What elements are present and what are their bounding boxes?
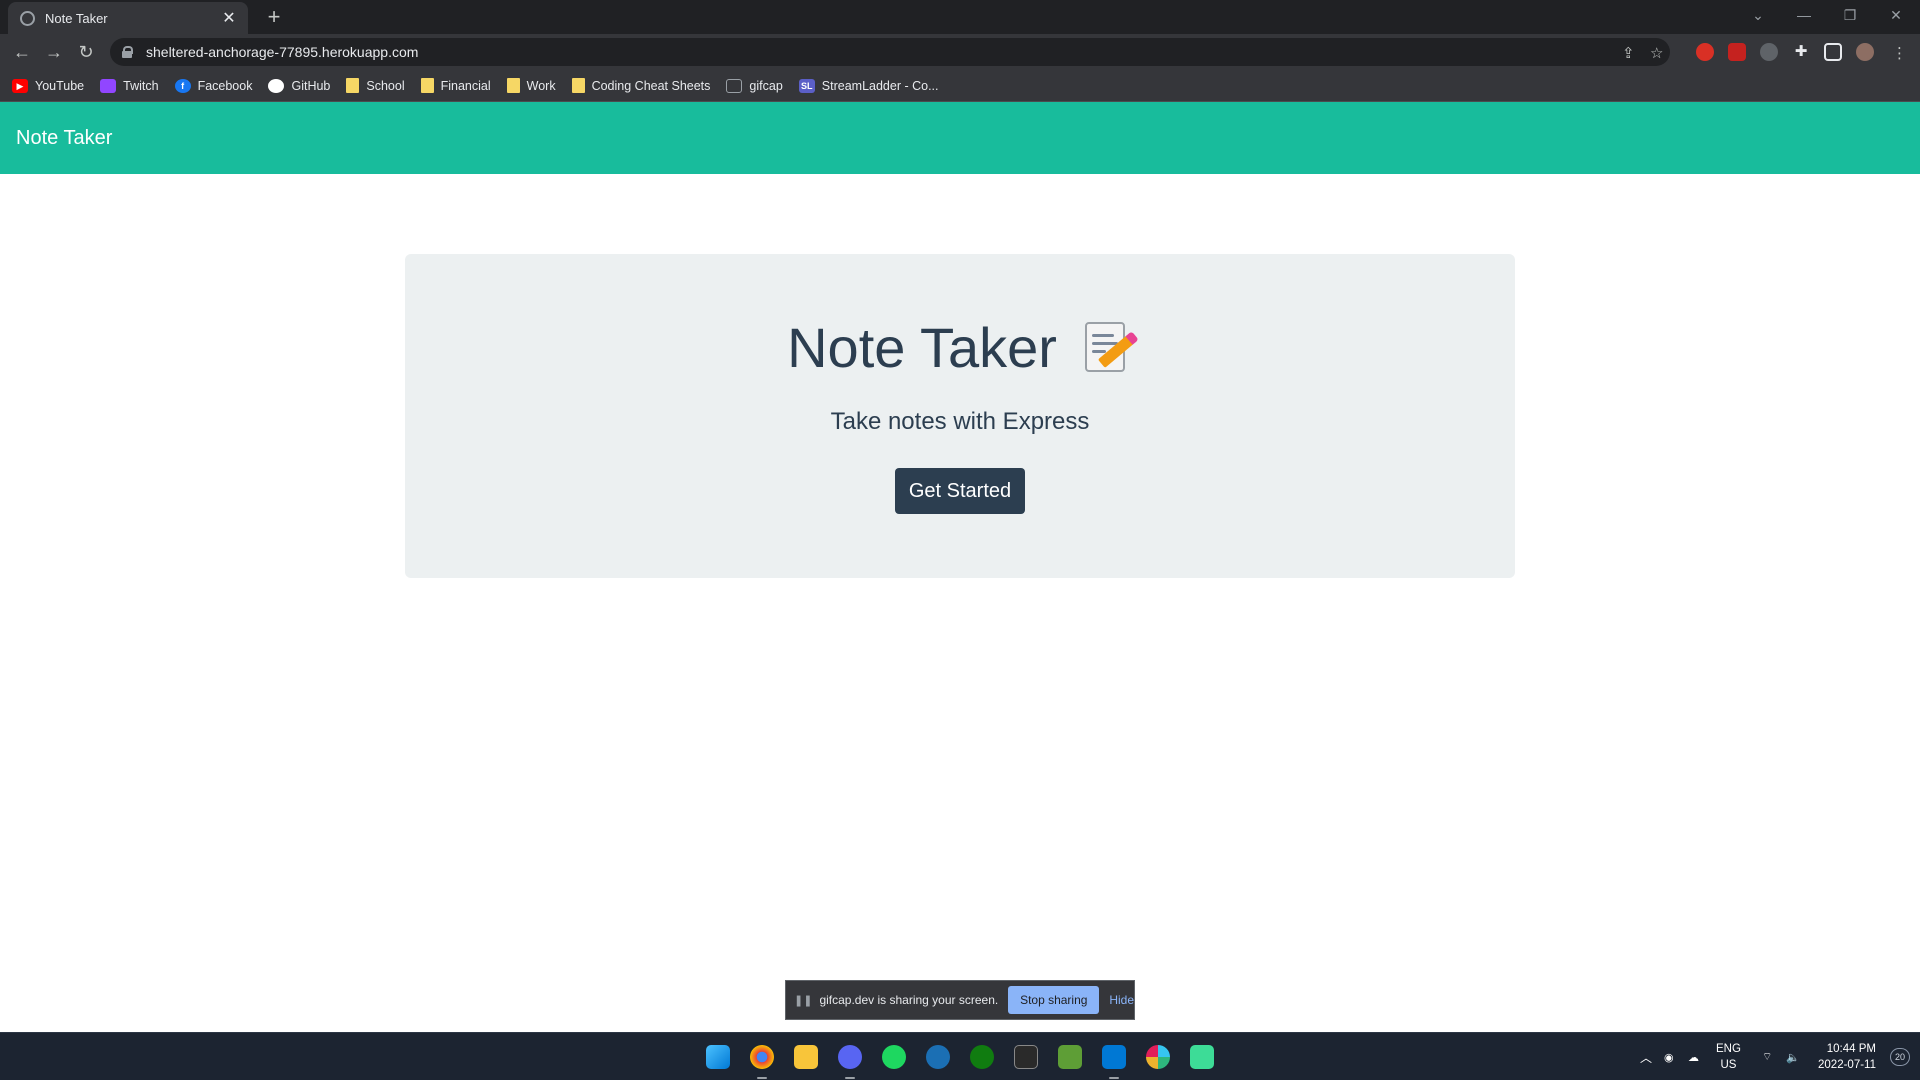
windows-start-icon[interactable] xyxy=(706,1045,730,1069)
folder-icon xyxy=(506,78,520,93)
bookmarks-bar: ▶ YouTube Twitch f Facebook GitHub School … xyxy=(0,70,1920,102)
hide-share-bar-button[interactable]: Hide xyxy=(1109,993,1134,1007)
get-started-button[interactable]: Get Started xyxy=(895,468,1025,514)
page-title: Note Taker xyxy=(787,316,1057,379)
windows-taskbar: ︿ ◉ ☁ ENG US ⌔ 🔈 10:44 PM 2022-07-11 20 xyxy=(0,1032,1920,1080)
bookmark-facebook[interactable]: f Facebook xyxy=(174,78,252,93)
file-explorer-icon[interactable] xyxy=(794,1045,818,1069)
onedrive-cloud-icon[interactable]: ☁ xyxy=(1688,1033,1699,1080)
browser-menu-icon[interactable]: ⋮ xyxy=(1892,44,1907,62)
extension-icon[interactable] xyxy=(1728,43,1746,61)
navbar-brand[interactable]: Note Taker xyxy=(16,127,112,150)
profile-avatar[interactable] xyxy=(1856,43,1874,61)
side-panel-icon[interactable] xyxy=(1824,43,1842,61)
steam-icon[interactable] xyxy=(926,1045,950,1069)
screen-share-bar: ❚❚ gifcap.dev is sharing your screen. St… xyxy=(785,980,1135,1020)
volume-icon[interactable]: 🔈 xyxy=(1786,1033,1800,1080)
bookmark-gifcap[interactable]: gifcap xyxy=(726,78,783,93)
running-indicator xyxy=(1109,1077,1119,1079)
show-hidden-icons-icon[interactable]: ︿ xyxy=(1640,1033,1652,1080)
drag-handle-icon[interactable]: ❚❚ xyxy=(794,994,812,1007)
forward-button[interactable]: → xyxy=(40,38,68,66)
github-icon xyxy=(268,78,285,93)
bookmark-streamladder[interactable]: SL StreamLadder - Co... xyxy=(798,78,939,93)
running-indicator xyxy=(757,1077,767,1079)
stop-sharing-button[interactable]: Stop sharing xyxy=(1008,986,1100,1014)
slack-icon[interactable] xyxy=(1146,1045,1170,1069)
address-bar[interactable]: sheltered-anchorage-77895.herokuapp.com … xyxy=(110,38,1670,66)
restore-button[interactable]: ❐ xyxy=(1828,0,1872,30)
bookmark-github[interactable]: GitHub xyxy=(268,78,330,93)
globe-icon xyxy=(20,10,35,26)
extension-icon[interactable] xyxy=(1760,43,1778,61)
puzzle-extensions-icon[interactable]: ✚ xyxy=(1792,43,1810,61)
chrome-icon[interactable] xyxy=(750,1045,774,1069)
folder-icon xyxy=(346,78,360,93)
tab-title: Note Taker xyxy=(45,10,108,26)
youtube-icon: ▶ xyxy=(12,78,28,93)
browser-tab[interactable]: Note Taker ✕ xyxy=(8,2,248,34)
bookmark-star-icon[interactable]: ☆ xyxy=(1650,44,1663,62)
share-icon[interactable]: ⇪ xyxy=(1622,44,1635,62)
tab-search-icon[interactable]: ⌄ xyxy=(1736,0,1780,30)
running-indicator xyxy=(845,1077,855,1079)
bookmark-folder-work[interactable]: Work xyxy=(506,78,556,93)
back-button[interactable]: ← xyxy=(8,38,36,66)
minecraft-icon[interactable] xyxy=(1058,1045,1082,1069)
twitch-icon xyxy=(100,78,117,93)
hero-subtitle: Take notes with Express xyxy=(830,408,1090,435)
new-tab-button[interactable]: + xyxy=(260,4,288,32)
notification-count-badge[interactable]: 20 xyxy=(1890,1048,1910,1066)
epic-games-icon[interactable] xyxy=(1014,1045,1038,1069)
minimize-button[interactable]: — xyxy=(1782,0,1826,30)
close-window-button[interactable]: ✕ xyxy=(1874,0,1918,30)
bookmark-folder-school[interactable]: School xyxy=(346,78,405,93)
facebook-icon: f xyxy=(174,78,191,93)
wifi-icon[interactable]: ⌔ xyxy=(1762,1033,1772,1080)
memo-icon xyxy=(1081,320,1134,376)
input-language[interactable]: ENG US xyxy=(1716,1041,1741,1073)
close-tab-icon[interactable]: ✕ xyxy=(220,8,238,28)
gifcap-icon xyxy=(726,78,743,93)
bookmark-youtube[interactable]: ▶ YouTube xyxy=(12,78,84,93)
reload-button[interactable]: ↻ xyxy=(72,38,100,66)
spotify-icon[interactable] xyxy=(882,1045,906,1069)
hero-jumbotron: Note Taker Take notes with Express Get S… xyxy=(405,254,1515,578)
folder-icon xyxy=(420,78,434,93)
discord-icon[interactable] xyxy=(838,1045,862,1069)
app-navbar: Note Taker xyxy=(0,102,1920,174)
hero-title-row: Note Taker xyxy=(405,320,1515,376)
browser-tabstrip: Note Taker ✕ + ⌄ — ❐ ✕ xyxy=(0,0,1920,34)
browser-toolbar: ← → ↻ sheltered-anchorage-77895.herokuap… xyxy=(0,34,1920,70)
vscode-icon[interactable] xyxy=(1102,1045,1126,1069)
discord-tray-icon[interactable]: ◉ xyxy=(1664,1033,1674,1080)
url-text[interactable]: sheltered-anchorage-77895.herokuapp.com xyxy=(146,44,418,60)
bookmark-folder-coding-cheat-sheets[interactable]: Coding Cheat Sheets xyxy=(571,78,710,93)
lock-icon[interactable] xyxy=(122,46,133,58)
share-message: gifcap.dev is sharing your screen. xyxy=(819,993,999,1007)
folder-icon xyxy=(571,78,585,93)
bookmark-twitch[interactable]: Twitch xyxy=(100,78,159,93)
extension-icon[interactable] xyxy=(1696,43,1714,61)
streamladder-icon: SL xyxy=(798,78,815,93)
xbox-icon[interactable] xyxy=(970,1045,994,1069)
system-clock[interactable]: 10:44 PM 2022-07-11 xyxy=(1818,1041,1876,1073)
github-desktop-icon[interactable] xyxy=(1190,1045,1214,1069)
bookmark-folder-financial[interactable]: Financial xyxy=(420,78,491,93)
